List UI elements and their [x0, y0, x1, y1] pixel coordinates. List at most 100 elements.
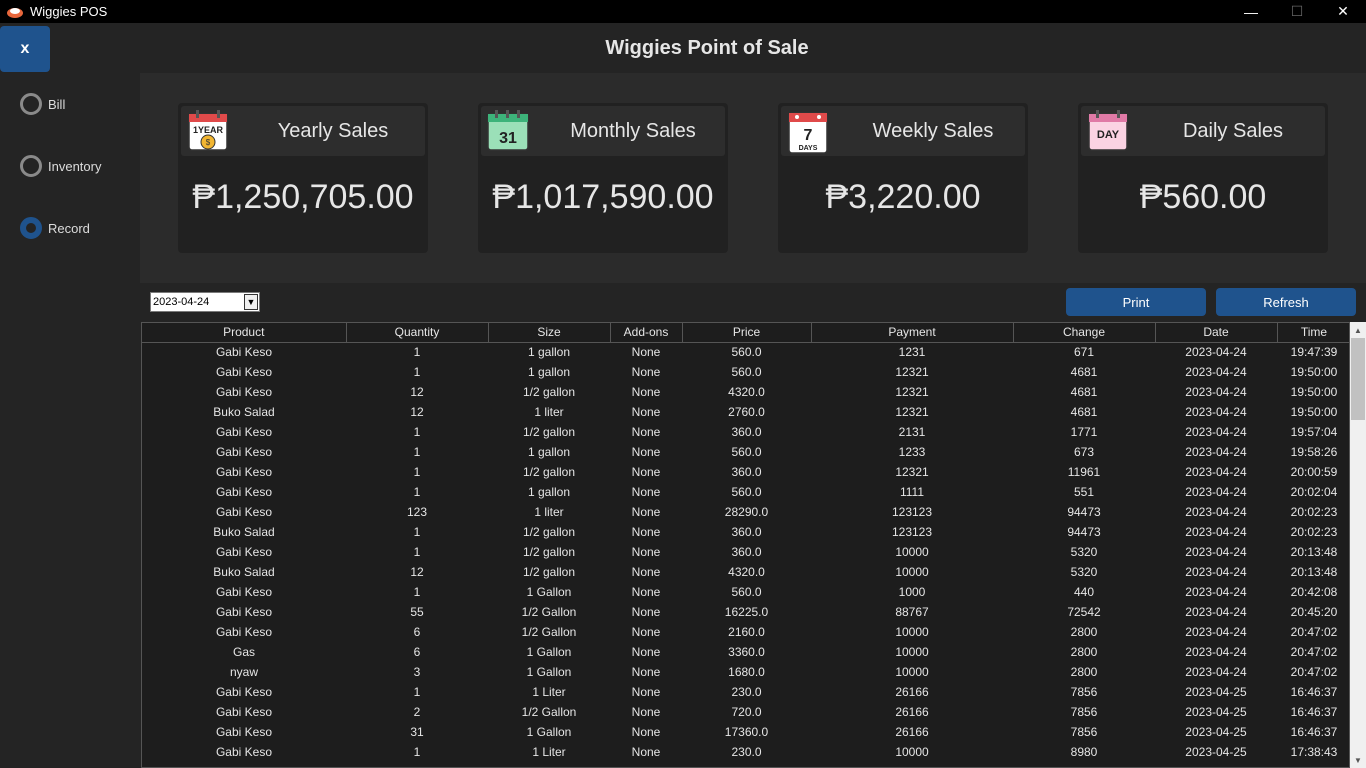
table-cell: 4681	[1070, 405, 1098, 419]
table-cell: 19:57:04	[1290, 425, 1338, 439]
table-cell: None	[631, 745, 661, 759]
card-header: 31 Monthly Sales	[481, 106, 725, 156]
column-header[interactable]: Payment	[811, 323, 1014, 343]
table-cell: 2023-04-24	[1185, 545, 1247, 559]
table-cell: 1000	[898, 585, 926, 599]
table-row[interactable]: Gas 6 1 Gallon None 3360.0 10000 2800 2023-04-2…	[142, 642, 1349, 662]
table-cell: 671	[1073, 345, 1095, 360]
table-row[interactable]: Gabi Keso 123 1 liter None 28290.0 123123 9447…	[142, 502, 1349, 522]
scroll-down-icon[interactable]: ▼	[1350, 752, 1366, 768]
table-cell: 10000	[895, 745, 929, 759]
table-cell: 94473	[1067, 505, 1101, 519]
table-cell: 20:13:48	[1290, 545, 1338, 559]
scroll-up-icon[interactable]: ▲	[1350, 322, 1366, 338]
table-cell: 3360.0	[728, 645, 765, 659]
table-row[interactable]: Gabi Keso 1 1 gallon None 560.0 1111 551 2023-0…	[142, 482, 1349, 502]
table-cell: 2	[413, 705, 421, 719]
table-cell: 2023-04-24	[1185, 585, 1247, 599]
close-window-button[interactable]: ✕	[1320, 0, 1366, 23]
close-sidebar-button[interactable]: x	[0, 26, 50, 72]
table-row[interactable]: Gabi Keso 1 1 gallon None 560.0 1233 673 2023-0…	[142, 442, 1349, 462]
svg-text:$: $	[206, 138, 211, 147]
table-cell: 1231	[898, 345, 926, 360]
maximize-button[interactable]: ☐	[1274, 0, 1320, 23]
table-row[interactable]: Gabi Keso 6 1/2 Gallon None 2160.0 10000 2800 2…	[142, 622, 1349, 642]
radio-selected-icon[interactable]	[20, 217, 42, 239]
table-cell: 4681	[1070, 365, 1098, 379]
table-cell: 673	[1073, 445, 1095, 459]
radio-icon[interactable]	[20, 93, 42, 115]
table-cell: 2800	[1070, 645, 1098, 659]
refresh-button[interactable]: Refresh	[1216, 288, 1356, 316]
table-cell: 1/2 Gallon	[521, 705, 577, 719]
sidebar-item-record[interactable]: Record	[20, 217, 90, 239]
table-cell: 19:50:00	[1290, 385, 1338, 399]
app-icon	[7, 7, 23, 18]
sidebar-item-inventory[interactable]: Inventory	[20, 155, 101, 177]
table-cell: Gabi Keso	[215, 505, 273, 519]
table-row[interactable]: Gabi Keso 1 1/2 gallon None 360.0 10000 5320 20…	[142, 542, 1349, 562]
table-cell: 12	[410, 385, 424, 399]
sidebar-item-bill[interactable]: Bill	[20, 93, 65, 115]
table-row[interactable]: Gabi Keso 1 1 gallon None 560.0 12321 4681 2023…	[142, 362, 1349, 382]
table-row[interactable]: Buko Salad 12 1 liter None 2760.0 12321 4681 20…	[142, 402, 1349, 422]
table-cell: 1233	[898, 445, 926, 459]
svg-text:1YEAR: 1YEAR	[193, 125, 224, 135]
table-row[interactable]: Gabi Keso 1 1 Liter None 230.0 10000 8980 2023-…	[142, 742, 1349, 762]
table-cell: Gabi Keso	[215, 485, 273, 499]
column-header[interactable]: Date	[1155, 323, 1278, 343]
table-cell: Buko Salad	[213, 525, 275, 539]
table-row[interactable]: Gabi Keso 1 1 Liter None 230.0 26166 7856 2023-…	[142, 682, 1349, 702]
table-cell: 1/2 gallon	[522, 465, 576, 479]
table-row[interactable]: Gabi Keso 12 1/2 gallon None 4320.0 12321 4681…	[142, 382, 1349, 402]
column-header[interactable]: Change	[1013, 323, 1156, 343]
table-row[interactable]: Buko Salad 1 1/2 gallon None 360.0 123123 9447…	[142, 522, 1349, 542]
7-days-calendar-icon: 7 DAYS	[788, 112, 828, 154]
table-cell: 360.0	[731, 425, 762, 439]
table-cell: 12	[410, 405, 424, 419]
vertical-scrollbar[interactable]: ▲ ▼	[1350, 322, 1366, 768]
table-cell: None	[631, 705, 661, 719]
table-row[interactable]: Gabi Keso 2 1/2 Gallon None 720.0 26166 7856 20…	[142, 702, 1349, 722]
scroll-thumb[interactable]	[1351, 338, 1365, 420]
table-row[interactable]: Gabi Keso 31 1 Gallon None 17360.0 26166 7856 2…	[142, 722, 1349, 742]
column-header[interactable]: Time	[1277, 323, 1349, 343]
date-select[interactable]: 2023-04-24 ▼	[150, 292, 260, 312]
table-cell: None	[631, 365, 661, 379]
table-row[interactable]: Gabi Keso 1 1/2 gallon None 360.0 2131 1771 202…	[142, 422, 1349, 442]
table-row[interactable]: Buko Salad 12 1/2 gallon None 4320.0 10000 532…	[142, 562, 1349, 582]
column-header[interactable]: Price	[682, 323, 812, 343]
card-header: 7 DAYS Weekly Sales	[781, 106, 1025, 156]
table-cell: Gabi Keso	[215, 345, 273, 360]
table-cell: None	[631, 385, 661, 399]
print-button[interactable]: Print	[1066, 288, 1206, 316]
table-row[interactable]: Gabi Keso 1 1 Gallon None 560.0 1000 440 2023-0…	[142, 582, 1349, 602]
table-cell: 26166	[895, 725, 929, 739]
table-cell: Gabi Keso	[215, 685, 273, 699]
chevron-down-icon[interactable]: ▼	[244, 294, 258, 310]
table-cell: 20:02:23	[1290, 505, 1338, 519]
table-cell: 1 Gallon	[526, 665, 572, 679]
table-cell: 123123	[891, 505, 933, 519]
records-table[interactable]: Product Quantity Size Add-ons Price Paym…	[141, 322, 1350, 768]
minimize-button[interactable]: —	[1228, 0, 1274, 23]
table-cell: Gabi Keso	[215, 705, 273, 719]
radio-icon[interactable]	[20, 155, 42, 177]
table-cell: None	[631, 505, 661, 519]
sidebar-item-label: Inventory	[48, 158, 102, 174]
column-header[interactable]: Product	[142, 323, 347, 343]
table-row[interactable]: Gabi Keso 55 1/2 Gallon None 16225.0 88767 725…	[142, 602, 1349, 622]
table-cell: 19:50:00	[1290, 405, 1338, 419]
table-row[interactable]: nyaw 3 1 Gallon None 1680.0 10000 2800 2023-04-…	[142, 662, 1349, 682]
column-header[interactable]: Add-ons	[610, 323, 683, 343]
column-header[interactable]: Size	[488, 323, 611, 343]
column-header[interactable]: Quantity	[346, 323, 489, 343]
table-cell: 20:00:59	[1290, 465, 1338, 479]
table-cell: Gabi Keso	[215, 625, 273, 639]
table-cell: None	[631, 725, 661, 739]
table-row[interactable]: Gabi Keso 1 1/2 gallon None 360.0 12321 11961 2…	[142, 462, 1349, 482]
table-cell: 20:42:08	[1290, 585, 1338, 599]
table-cell: 19:47:39	[1290, 345, 1338, 360]
table-cell: 551	[1073, 485, 1095, 499]
table-row[interactable]: Gabi Keso 1 1 gallon None 560.0 1231 671 2023-0…	[142, 342, 1349, 362]
